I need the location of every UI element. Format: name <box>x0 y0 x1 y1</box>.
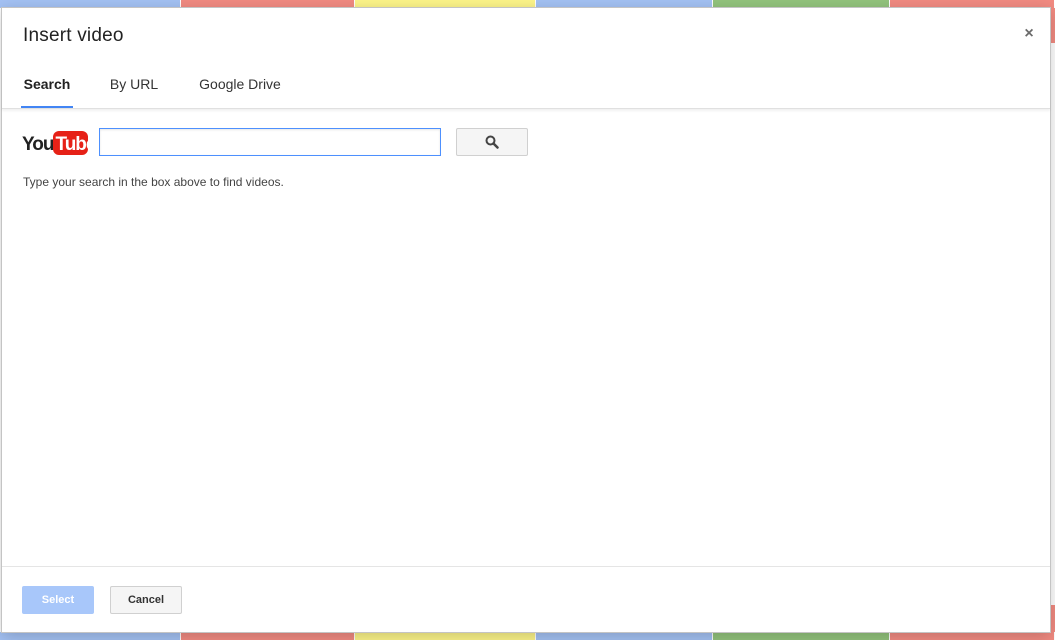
strip-segment <box>536 632 713 640</box>
youtube-search-input[interactable] <box>99 128 441 156</box>
strip-segment <box>0 632 181 640</box>
tab-google-drive[interactable]: Google Drive <box>195 68 285 108</box>
search-icon <box>485 135 499 149</box>
footer-divider <box>2 566 1050 567</box>
strip-segment <box>181 632 355 640</box>
tab-search[interactable]: Search <box>21 68 73 108</box>
insert-video-dialog: Insert video × Search By URL Google Driv… <box>1 7 1051 633</box>
edge-color-segment <box>1051 8 1055 43</box>
search-hint: Type your search in the box above to fin… <box>23 175 284 189</box>
bottom-color-strip <box>0 632 1055 640</box>
search-button[interactable] <box>456 128 528 156</box>
tab-bar: Search By URL Google Drive <box>2 68 1050 109</box>
strip-segment <box>713 632 890 640</box>
strip-segment <box>890 632 1055 640</box>
cancel-button[interactable]: Cancel <box>110 586 182 614</box>
youtube-logo-you: You <box>22 134 54 155</box>
youtube-logo-tube: Tube <box>56 134 89 155</box>
select-button[interactable]: Select <box>22 586 94 614</box>
close-icon[interactable]: × <box>1021 25 1037 43</box>
youtube-logo: You Tube <box>22 131 89 155</box>
search-row: You Tube <box>22 128 542 158</box>
strip-segment <box>355 632 536 640</box>
dialog-title: Insert video <box>23 25 124 46</box>
edge-color-segment <box>1051 605 1055 632</box>
tab-by-url[interactable]: By URL <box>106 68 162 108</box>
